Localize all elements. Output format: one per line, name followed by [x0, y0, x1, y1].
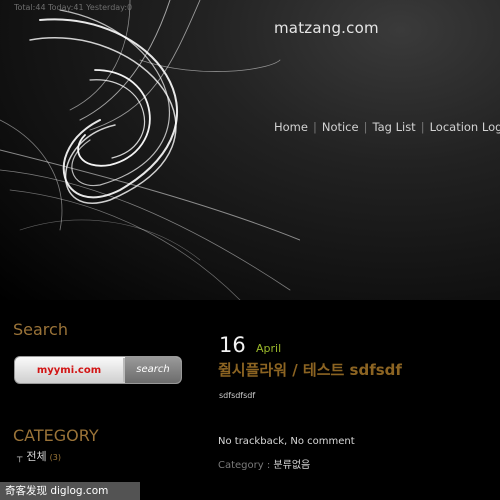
- nav-separator: |: [363, 120, 368, 134]
- swirl-graphic: [0, 0, 300, 300]
- category-item-count: (3): [49, 453, 62, 462]
- site-title[interactable]: matzang.com: [274, 19, 379, 37]
- visitor-stats: Total:44 Today:41 Yesterday:0: [14, 3, 133, 12]
- post-body: sdfsdfsdf: [219, 391, 256, 400]
- nav-item-tag-list[interactable]: Tag List: [372, 120, 415, 134]
- category-item-label[interactable]: 전체: [26, 450, 46, 463]
- nav-item-location-log[interactable]: Location Log: [430, 120, 500, 134]
- top-navigation: Home | Notice | Tag List | Location Log: [274, 120, 500, 134]
- search-box: myymi.com search: [14, 356, 182, 384]
- post-date-day: 16: [219, 333, 246, 357]
- search-input[interactable]: myymi.com: [15, 365, 123, 376]
- post-category: Category : 분류없음: [218, 456, 310, 471]
- nav-separator: |: [420, 120, 425, 134]
- nav-item-home[interactable]: Home: [274, 120, 308, 134]
- tree-toggle-icon[interactable]: ┬: [17, 453, 22, 463]
- nav-item-notice[interactable]: Notice: [322, 120, 359, 134]
- category-heading: CATEGORY: [13, 426, 99, 445]
- search-heading: Search: [13, 320, 68, 339]
- nav-separator: |: [312, 120, 317, 134]
- post-category-label: Category :: [218, 460, 271, 471]
- search-button[interactable]: search: [125, 357, 181, 383]
- comment-link[interactable]: No comment: [290, 436, 354, 447]
- trackback-link[interactable]: No trackback: [218, 436, 284, 447]
- category-item-all[interactable]: ┬ 전체 (3): [17, 448, 61, 464]
- post-category-value[interactable]: 분류없음: [273, 460, 310, 471]
- post-title[interactable]: 쥘시플라워 / 테스트 sdfsdf: [218, 359, 402, 380]
- post-date-month: April: [256, 342, 282, 355]
- header-banner: Total:44 Today:41 Yesterday:0 matzang.co…: [0, 0, 500, 300]
- post-meta: No trackback, No comment: [218, 436, 355, 447]
- watermark: 奇客发现 diglog.com: [0, 482, 140, 500]
- meta-separator: ,: [284, 436, 288, 447]
